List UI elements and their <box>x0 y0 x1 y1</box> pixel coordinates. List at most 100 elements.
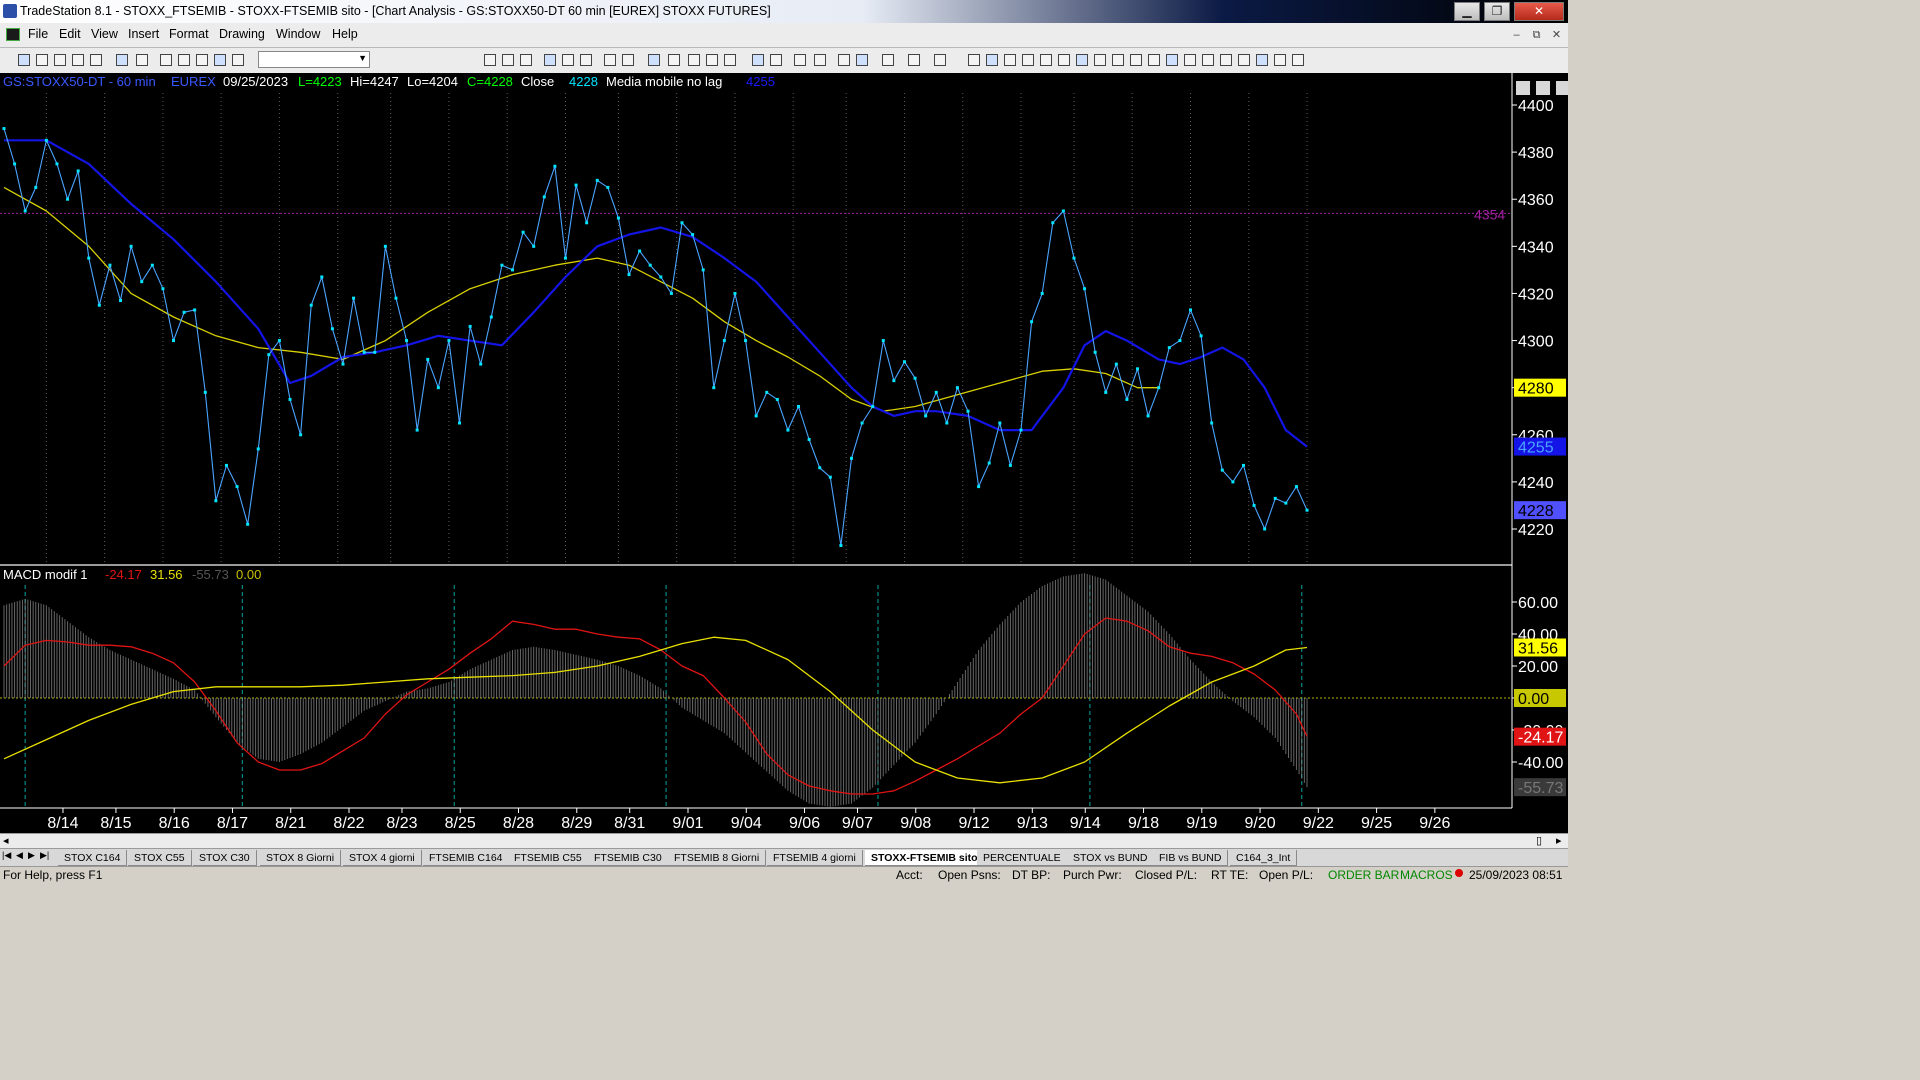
mdi-restore-button[interactable]: ⧉ <box>1528 28 1545 43</box>
toolbar-tool-icon[interactable] <box>706 54 718 66</box>
tab-last-icon[interactable]: ▶| <box>40 850 49 861</box>
toolbar-combo[interactable]: ▼ <box>258 51 370 68</box>
toolbar-tool-icon[interactable] <box>562 54 574 66</box>
tab-stox-c164[interactable]: STOX C164 <box>58 850 128 866</box>
toolbar-tool-icon[interactable] <box>688 54 700 66</box>
toolbar-tool-icon[interactable] <box>668 54 680 66</box>
toolbar-tool-icon[interactable] <box>856 54 868 66</box>
toolbar-tool-icon[interactable] <box>986 54 998 66</box>
tab-ftsemib-c55[interactable]: FTSEMIB C55 <box>508 850 589 866</box>
toolbar-tool-icon[interactable] <box>1166 54 1178 66</box>
tab-stox-vs-bund[interactable]: STOX vs BUND <box>1067 850 1155 866</box>
tab-stox-8-giorni[interactable]: STOX 8 Giorni <box>260 850 342 866</box>
toolbar-tool-icon[interactable] <box>1202 54 1214 66</box>
minimize-button[interactable]: ▁ <box>1454 2 1480 21</box>
toolbar-tool-icon[interactable] <box>1256 54 1268 66</box>
tab-stox-c30[interactable]: STOX C30 <box>193 850 257 866</box>
tab-ftsemib-4-giorni[interactable]: FTSEMIB 4 giorni <box>767 850 863 866</box>
sub-minimize-button[interactable] <box>1516 81 1530 95</box>
sub-close-button[interactable] <box>1556 81 1568 95</box>
toolbar-tool-icon[interactable] <box>1148 54 1160 66</box>
toolbar-tool-icon[interactable] <box>580 54 592 66</box>
status-order-bar[interactable]: ORDER BAR <box>1328 868 1399 882</box>
tab-first-icon[interactable]: |◀ <box>2 850 11 861</box>
scroll-thumb[interactable]: ▯ <box>1536 834 1542 847</box>
toolbar-tool-icon[interactable] <box>214 54 226 66</box>
toolbar-tool-icon[interactable] <box>604 54 616 66</box>
tab-c164-3-int[interactable]: C164_3_Int <box>1230 850 1298 866</box>
tab-ftsemib-c30[interactable]: FTSEMIB C30 <box>588 850 669 866</box>
mdi-close-button[interactable]: ✕ <box>1548 28 1565 43</box>
toolbar-tool-icon[interactable] <box>178 54 190 66</box>
tab-percentuale[interactable]: PERCENTUALE <box>977 850 1068 866</box>
toolbar-tool-icon[interactable] <box>116 54 128 66</box>
tab-stox-c55[interactable]: STOX C55 <box>128 850 192 866</box>
tab-ftsemib-c164[interactable]: FTSEMIB C164 <box>423 850 510 866</box>
toolbar-tool-icon[interactable] <box>54 54 66 66</box>
horizontal-scrollbar[interactable]: ◂ ▯ ▸ <box>0 833 1568 849</box>
tab-stoxx-ftsemib-sito[interactable]: STOXX-FTSEMIB sito <box>865 850 985 866</box>
toolbar-tool-icon[interactable] <box>1058 54 1070 66</box>
menu-edit[interactable]: Edit <box>59 27 81 41</box>
toolbar-tool-icon[interactable] <box>484 54 496 66</box>
toolbar-tool-icon[interactable] <box>1094 54 1106 66</box>
close-button[interactable]: ✕ <box>1514 2 1564 21</box>
toolbar-tool-icon[interactable] <box>1184 54 1196 66</box>
menu-help[interactable]: Help <box>332 27 358 41</box>
toolbar-tool-icon[interactable] <box>196 54 208 66</box>
toolbar-tool-icon[interactable] <box>1292 54 1304 66</box>
toolbar-tool-icon[interactable] <box>814 54 826 66</box>
chart-area[interactable]: 4400438043604340432043004280426042404220… <box>0 73 1568 833</box>
toolbar-tool-icon[interactable] <box>232 54 244 66</box>
toolbar-tool-icon[interactable] <box>1004 54 1016 66</box>
toolbar-tool-icon[interactable] <box>752 54 764 66</box>
toolbar-tool-icon[interactable] <box>838 54 850 66</box>
toolbar-tool-icon[interactable] <box>770 54 782 66</box>
menu-format[interactable]: Format <box>169 27 209 41</box>
menu-insert[interactable]: Insert <box>128 27 159 41</box>
sub-restore-button[interactable] <box>1536 81 1550 95</box>
toolbar-tool-icon[interactable] <box>1220 54 1232 66</box>
toolbar-tool-icon[interactable] <box>1076 54 1088 66</box>
toolbar-tool-icon[interactable] <box>1130 54 1142 66</box>
chart-canvas[interactable]: 4400438043604340432043004280426042404220… <box>0 73 1568 833</box>
mdi-minimize-button[interactable]: – <box>1508 28 1525 43</box>
toolbar-tool-icon[interactable] <box>1274 54 1286 66</box>
toolbar-tool-icon[interactable] <box>160 54 172 66</box>
toolbar-tool-icon[interactable] <box>1238 54 1250 66</box>
toolbar-tool-icon[interactable] <box>544 54 556 66</box>
toolbar-tool-icon[interactable] <box>90 54 102 66</box>
tab-stox-4-giorni[interactable]: STOX 4 giorni <box>343 850 422 866</box>
chart-window-icon[interactable] <box>6 28 20 41</box>
toolbar-tool-icon[interactable] <box>968 54 980 66</box>
toolbar-tool-icon[interactable] <box>882 54 894 66</box>
toolbar-tool-icon[interactable] <box>622 54 634 66</box>
toolbar-tool-icon[interactable] <box>36 54 48 66</box>
menu-drawing[interactable]: Drawing <box>219 27 265 41</box>
menu-file[interactable]: File <box>28 27 48 41</box>
toolbar-tool-icon[interactable] <box>520 54 532 66</box>
toolbar-tool-icon[interactable] <box>648 54 660 66</box>
tab-fib-vs-bund[interactable]: FIB vs BUND <box>1153 850 1229 866</box>
toolbar-tool-icon[interactable] <box>794 54 806 66</box>
toolbar-tool-icon[interactable] <box>908 54 920 66</box>
tab-prev-icon[interactable]: ◀ <box>16 850 23 861</box>
price-close-point <box>754 414 758 418</box>
maximize-button[interactable]: ❐ <box>1484 2 1510 21</box>
scroll-left-icon[interactable]: ◂ <box>3 834 9 847</box>
toolbar-tool-icon[interactable] <box>1112 54 1124 66</box>
scroll-right-icon[interactable]: ▸ <box>1556 834 1562 847</box>
status-macros[interactable]: MACROS <box>1400 868 1453 882</box>
toolbar-tool-icon[interactable] <box>136 54 148 66</box>
toolbar-tool-icon[interactable] <box>18 54 30 66</box>
menu-window[interactable]: Window <box>276 27 320 41</box>
menu-view[interactable]: View <box>91 27 118 41</box>
toolbar-tool-icon[interactable] <box>1040 54 1052 66</box>
tab-ftsemib-8-giorni[interactable]: FTSEMIB 8 Giorni <box>668 850 767 866</box>
toolbar-tool-icon[interactable] <box>72 54 84 66</box>
tab-next-icon[interactable]: ▶ <box>28 850 35 861</box>
toolbar-tool-icon[interactable] <box>502 54 514 66</box>
toolbar-tool-icon[interactable] <box>934 54 946 66</box>
toolbar-tool-icon[interactable] <box>1022 54 1034 66</box>
toolbar-tool-icon[interactable] <box>724 54 736 66</box>
